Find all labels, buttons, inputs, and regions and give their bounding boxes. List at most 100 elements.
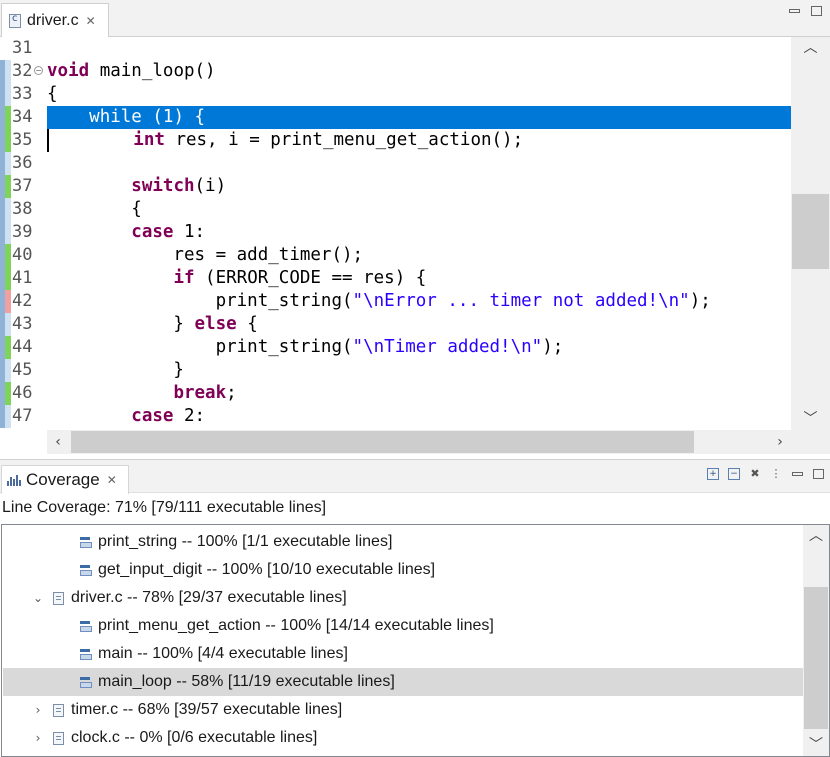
keyword-token: if bbox=[173, 268, 195, 288]
code-line[interactable]: 42 print_string("\nError ... timer not a… bbox=[0, 290, 791, 313]
close-icon[interactable]: ✕ bbox=[107, 473, 117, 487]
code-line[interactable]: 41 if (ERROR_CODE == res) { bbox=[0, 267, 791, 290]
code-text[interactable]: void main_loop() bbox=[47, 60, 791, 83]
scroll-down-icon[interactable]: ﹀ bbox=[791, 408, 830, 430]
code-line[interactable]: 33 { bbox=[0, 83, 791, 106]
code-text[interactable]: if (ERROR_CODE == res) { bbox=[47, 267, 791, 290]
maximize-icon[interactable] bbox=[810, 6, 822, 16]
line-number: 42 bbox=[12, 291, 33, 311]
keyword-token: else bbox=[194, 314, 237, 334]
collapse-all-icon[interactable]: − bbox=[728, 468, 740, 480]
line-number: 43 bbox=[12, 314, 33, 334]
line-number: 46 bbox=[12, 383, 33, 403]
maximize-icon[interactable] bbox=[812, 469, 824, 479]
scroll-left-icon[interactable]: ‹ bbox=[47, 430, 69, 454]
c-file-icon bbox=[9, 13, 21, 28]
editor-horizontal-scrollbar[interactable]: ‹ › bbox=[47, 430, 791, 454]
line-number: 35 bbox=[12, 130, 33, 150]
code-line[interactable]: 43 } else { bbox=[0, 313, 791, 336]
code-text[interactable]: } bbox=[47, 359, 791, 382]
minimize-icon[interactable] bbox=[791, 469, 803, 479]
coverage-marker bbox=[5, 129, 11, 152]
code-token: } bbox=[47, 360, 184, 380]
code-text[interactable]: { bbox=[47, 83, 791, 106]
code-text[interactable] bbox=[47, 152, 791, 175]
code-token: { bbox=[236, 314, 258, 334]
scroll-up-icon[interactable]: ︿ bbox=[803, 525, 829, 547]
code-line[interactable]: 37 switch(i) bbox=[0, 175, 791, 198]
coverage-tree[interactable]: print_string -- 100% [1/1 executable lin… bbox=[1, 524, 830, 757]
tab-coverage[interactable]: Coverage ✕ bbox=[1, 465, 129, 494]
scroll-right-icon[interactable]: › bbox=[769, 430, 791, 454]
scroll-thumb[interactable] bbox=[804, 587, 828, 729]
string-token: "\nTimer added!\n" bbox=[352, 337, 543, 357]
tree-item-function[interactable]: main_loop -- 58% [11/19 executable lines… bbox=[3, 668, 804, 696]
line-number: 38 bbox=[12, 199, 33, 219]
tree-item-function[interactable]: print_menu_get_action -- 100% [14/14 exe… bbox=[3, 612, 804, 640]
close-icon[interactable]: ✕ bbox=[86, 14, 96, 28]
code-text[interactable]: res = add_timer(); bbox=[47, 244, 791, 267]
code-token: ); bbox=[689, 291, 711, 311]
code-text[interactable]: print_string("\nTimer added!\n"); bbox=[47, 336, 791, 359]
tree-item-file[interactable]: › clock.c -- 0% [0/6 executable lines] bbox=[3, 724, 804, 752]
code-line[interactable]: 40 res = add_timer(); bbox=[0, 244, 791, 267]
view-menu-icon[interactable]: ⋮ bbox=[770, 468, 782, 480]
scroll-thumb[interactable] bbox=[71, 431, 694, 453]
tree-item-file[interactable]: › timer.c -- 68% [39/57 executable lines] bbox=[3, 696, 804, 724]
code-editor[interactable]: 31 32− void main_loop() 33 {34 while (1) {35… bbox=[0, 37, 791, 430]
code-token: print_string( bbox=[47, 291, 353, 311]
chevron-down-icon[interactable]: ⌄ bbox=[31, 591, 45, 605]
code-line[interactable]: 44 print_string("\nTimer added!\n"); bbox=[0, 336, 791, 359]
code-line[interactable]: 35 int res, i = print_menu_get_action(); bbox=[0, 129, 791, 152]
code-token: (i) bbox=[194, 176, 227, 196]
tree-vertical-scrollbar[interactable]: ︿ ﹀ bbox=[803, 525, 829, 756]
line-number: 33 bbox=[12, 84, 33, 104]
coverage-summary: Line Coverage: 71% [79/111 executable li… bbox=[2, 499, 327, 516]
code-text[interactable]: case 1: bbox=[47, 221, 791, 244]
tree-item-function[interactable]: get_input_digit -- 100% [10/10 executabl… bbox=[3, 556, 804, 584]
tree-item-file[interactable]: ⌄ driver.c -- 78% [29/37 executable lines… bbox=[3, 584, 804, 612]
code-line[interactable]: 45 } bbox=[0, 359, 791, 382]
chevron-right-icon[interactable]: › bbox=[31, 703, 45, 717]
code-line[interactable]: 31 bbox=[0, 37, 791, 60]
code-line[interactable]: 34 while (1) { bbox=[0, 106, 791, 129]
code-text[interactable]: { bbox=[47, 198, 791, 221]
line-number: 45 bbox=[12, 360, 33, 380]
tree-item-function[interactable]: main -- 100% [4/4 executable lines] bbox=[3, 640, 804, 668]
tree-item-label: driver.c -- 78% [29/37 executable lines] bbox=[71, 589, 347, 606]
code-text[interactable]: break; bbox=[47, 382, 791, 405]
code-line[interactable]: 38 { bbox=[0, 198, 791, 221]
code-text[interactable]: switch(i) bbox=[47, 175, 791, 198]
tree-item-label: print_string -- 100% [1/1 executable lin… bbox=[98, 533, 393, 550]
tab-label: driver.c bbox=[27, 11, 79, 29]
code-token: { bbox=[47, 84, 58, 104]
chevron-right-icon[interactable]: › bbox=[31, 731, 45, 745]
code-text[interactable]: print_string("\nError ... timer not adde… bbox=[47, 290, 791, 313]
code-line[interactable]: 32− void main_loop() bbox=[0, 60, 791, 83]
code-token: main_loop() bbox=[89, 61, 216, 81]
code-text[interactable]: while (1) { bbox=[47, 106, 791, 129]
editor-vertical-scrollbar[interactable]: ︿ ﹀ bbox=[791, 37, 830, 430]
fold-toggle-icon[interactable]: − bbox=[34, 66, 43, 75]
keyword-token: while bbox=[89, 107, 142, 127]
remove-all-icon[interactable]: ✖ bbox=[749, 468, 761, 480]
coverage-marker bbox=[5, 382, 11, 405]
tree-item-function[interactable]: print_string -- 100% [1/1 executable lin… bbox=[3, 528, 804, 556]
code-text[interactable] bbox=[47, 37, 791, 60]
code-text[interactable]: case 2: bbox=[47, 405, 791, 428]
code-line[interactable]: 39 case 1: bbox=[0, 221, 791, 244]
code-text[interactable]: } else { bbox=[47, 313, 791, 336]
keyword-token: case bbox=[131, 222, 174, 242]
minimize-icon[interactable] bbox=[788, 6, 800, 16]
code-text[interactable]: int res, i = print_menu_get_action(); bbox=[47, 129, 791, 152]
code-token: } bbox=[47, 314, 195, 334]
code-line[interactable]: 47 case 2: bbox=[0, 405, 791, 428]
code-line[interactable]: 36 bbox=[0, 152, 791, 175]
scroll-thumb[interactable] bbox=[792, 194, 829, 269]
code-line[interactable]: 46 break; bbox=[0, 382, 791, 405]
scroll-down-icon[interactable]: ﹀ bbox=[803, 734, 829, 756]
coverage-marker bbox=[5, 359, 11, 382]
scroll-up-icon[interactable]: ︿ bbox=[791, 37, 830, 59]
expand-all-icon[interactable]: + bbox=[707, 468, 719, 480]
tab-driver-c[interactable]: driver.c ✕ bbox=[1, 3, 109, 37]
